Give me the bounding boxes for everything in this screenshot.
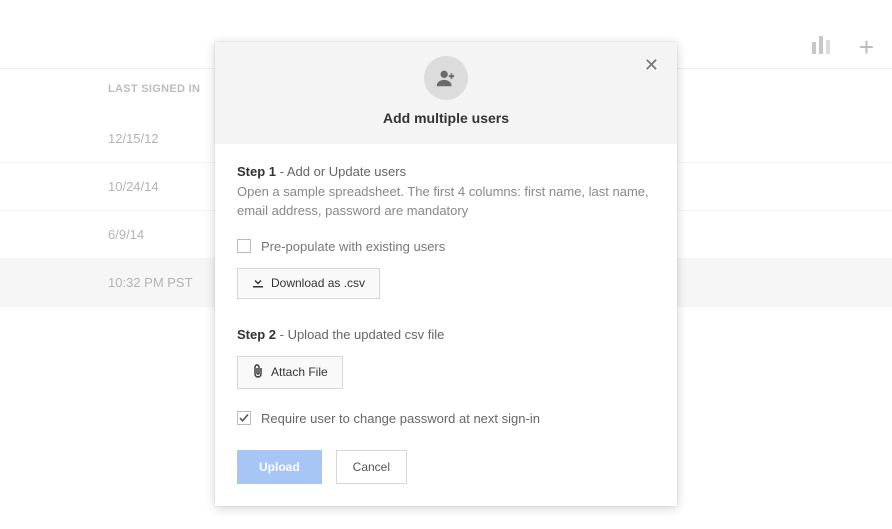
add-users-modal: ✕ Add multiple users Step 1 - Add or Upd… — [215, 42, 677, 506]
require-password-change-checkbox[interactable] — [237, 411, 251, 425]
step1-heading: Step 1 - Add or Update users — [237, 164, 655, 179]
prepopulate-checkbox-row[interactable]: Pre-populate with existing users — [237, 239, 655, 254]
step2-title: - Upload the updated csv file — [276, 327, 444, 342]
step1-description: Open a sample spreadsheet. The first 4 c… — [237, 183, 655, 221]
cancel-button[interactable]: Cancel — [336, 450, 407, 484]
prepopulate-label: Pre-populate with existing users — [261, 239, 445, 254]
attach-file-label: Attach File — [271, 365, 328, 379]
close-icon: ✕ — [644, 55, 659, 75]
toolbar: + — [811, 34, 874, 60]
attach-file-button[interactable]: Attach File — [237, 356, 343, 389]
require-password-change-row[interactable]: Require user to change password at next … — [237, 411, 655, 426]
add-icon[interactable]: + — [859, 34, 874, 60]
close-button[interactable]: ✕ — [644, 56, 659, 74]
user-add-avatar-icon — [424, 56, 468, 100]
step2-prefix: Step 2 — [237, 327, 276, 342]
modal-body: Step 1 - Add or Update users Open a samp… — [215, 144, 677, 506]
download-csv-button[interactable]: Download as .csv — [237, 268, 380, 299]
download-csv-label: Download as .csv — [271, 276, 365, 290]
modal-footer: Upload Cancel — [237, 450, 655, 484]
paperclip-icon — [252, 364, 264, 381]
modal-header: ✕ Add multiple users — [215, 42, 677, 144]
download-icon — [252, 276, 264, 291]
step1-prefix: Step 1 — [237, 164, 276, 179]
step1-title: - Add or Update users — [276, 164, 406, 179]
modal-title: Add multiple users — [231, 110, 661, 126]
prepopulate-checkbox[interactable] — [237, 239, 251, 253]
upload-button[interactable]: Upload — [237, 450, 322, 484]
chart-bars-icon[interactable] — [811, 36, 831, 59]
step2-heading: Step 2 - Upload the updated csv file — [237, 327, 655, 342]
require-password-change-label: Require user to change password at next … — [261, 411, 540, 426]
